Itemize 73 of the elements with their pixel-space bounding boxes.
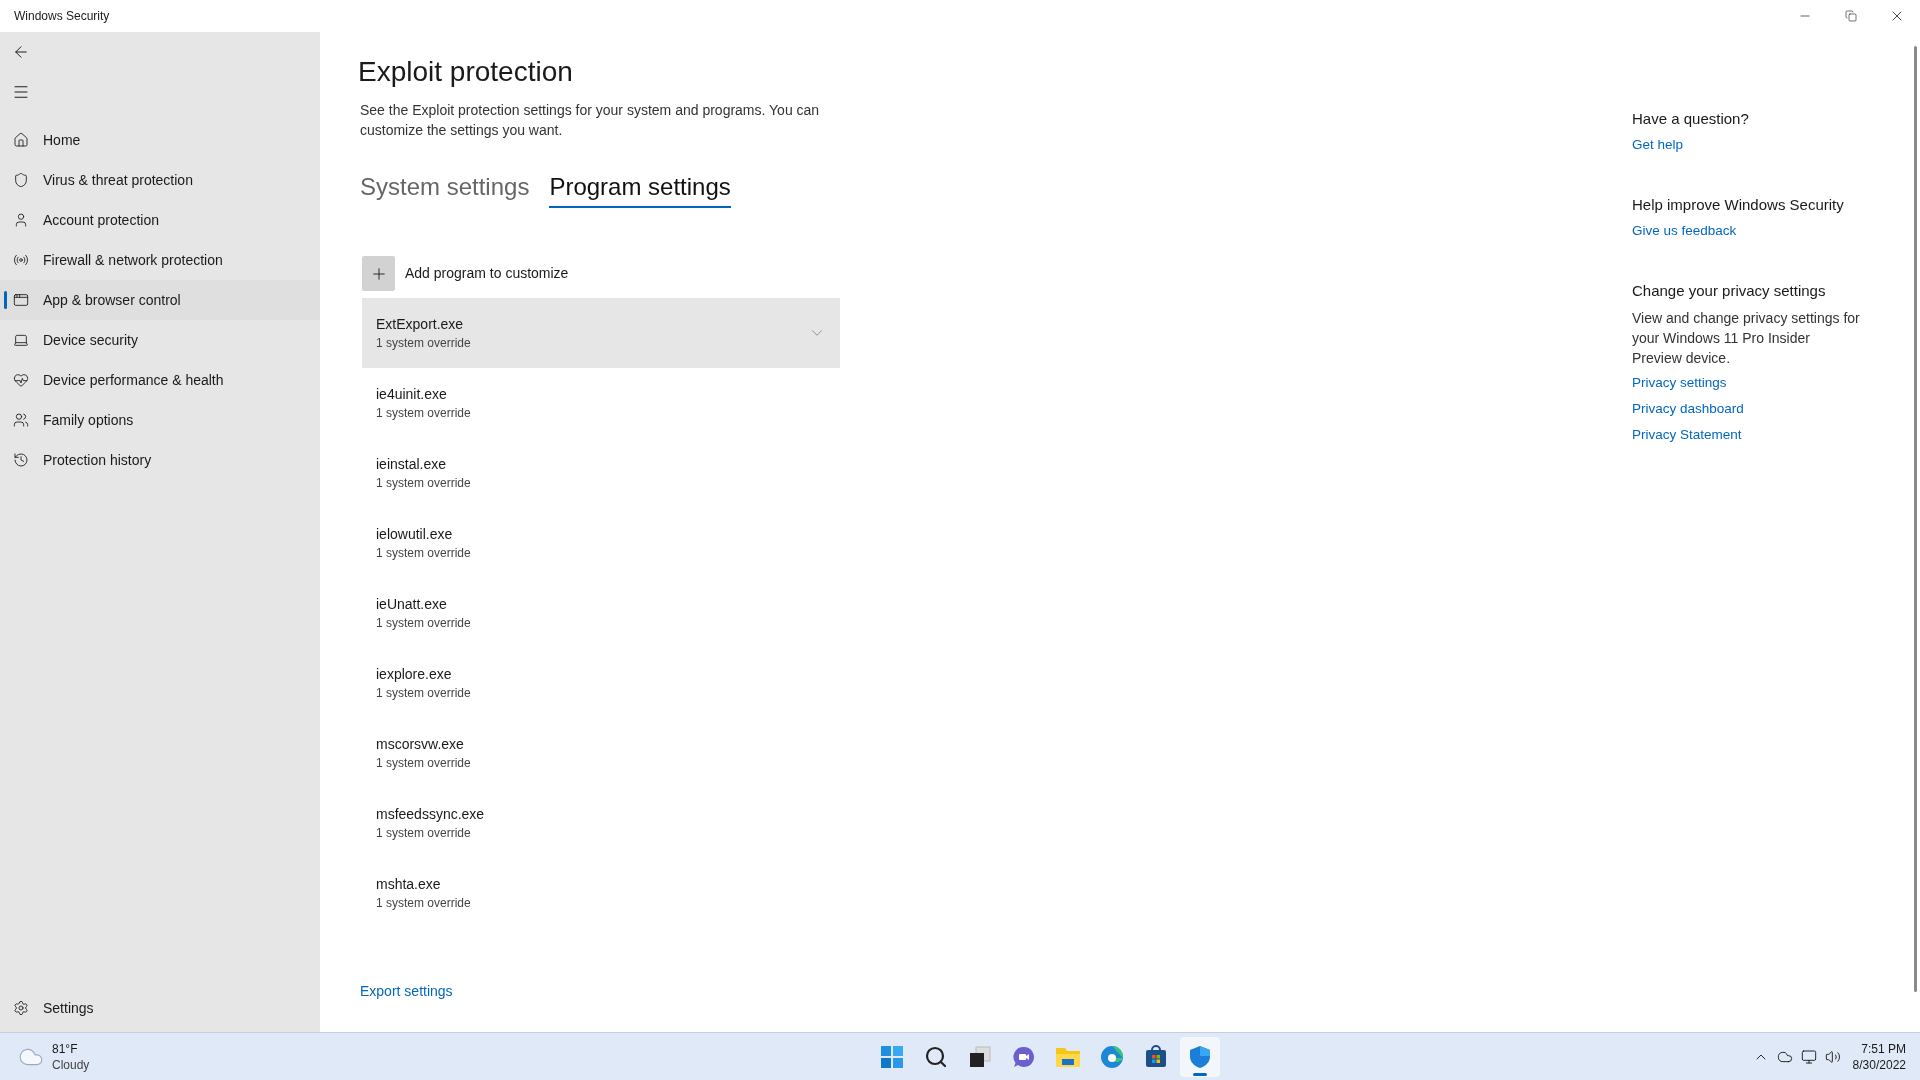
speaker-icon[interactable]: [1824, 1048, 1841, 1065]
running-indicator: [1193, 1072, 1208, 1076]
section-text: View and change privacy settings for your Windows 11 Pro Insider Preview device.: [1632, 309, 1860, 368]
selection-indicator: [4, 291, 7, 309]
clock-date[interactable]: 8/30/2022: [1852, 1056, 1906, 1073]
override-count: 1 system override: [376, 825, 472, 842]
weather-condition: Cloudy: [52, 1056, 90, 1073]
program-name: mscorsvw.exe: [376, 735, 465, 754]
program-name: iexplore.exe: [376, 665, 453, 684]
help-link[interactable]: Give us feedback: [1632, 220, 1737, 242]
program-name: msfeedssync.exe: [376, 805, 485, 824]
start-icon: [880, 1044, 905, 1069]
program-item[interactable]: mshta.exe 1 system override: [362, 858, 840, 928]
section-heading: Change your privacy settings: [1632, 281, 1827, 301]
program-name: ieUnatt.exe: [376, 595, 448, 614]
store-icon: [1144, 1044, 1169, 1069]
help-link[interactable]: Privacy settings: [1632, 372, 1727, 394]
task-view-icon: [968, 1044, 993, 1069]
override-count: 1 system override: [376, 755, 471, 772]
temperature: 81°F: [52, 1040, 79, 1057]
program-name: ieinstal.exe: [376, 455, 448, 474]
tab[interactable]: System settings: [360, 170, 530, 208]
network-icon[interactable]: [1800, 1048, 1817, 1065]
menu-icon: [12, 83, 30, 101]
program-item[interactable]: msfeedssync.exe 1 system override: [362, 788, 840, 858]
page-description: See the Exploit protection settings for your system and programs. You can customize the settings you want.: [360, 101, 821, 140]
tab[interactable]: Program settings: [549, 170, 731, 208]
person-icon: [13, 212, 29, 228]
heart-pulse-icon: [13, 372, 29, 388]
program-name: ie4uinit.exe: [376, 385, 448, 404]
settings-item[interactable]: Settings: [0, 988, 320, 1028]
window-title: Windows Security: [13, 8, 110, 25]
clock-time[interactable]: 7:51 PM: [1861, 1040, 1906, 1057]
program-name: ExtExport.exe: [376, 315, 465, 334]
add-program-button[interactable]: Add program to customize: [362, 256, 569, 291]
override-count: 1 system override: [376, 335, 471, 352]
program-item[interactable]: ie4uinit.exe 1 system override: [362, 368, 840, 438]
program-name: mshta.exe: [376, 875, 442, 894]
laptop-icon: [13, 332, 29, 348]
shield-icon: [1188, 1044, 1213, 1069]
settings-icon: [13, 1000, 29, 1016]
app-window-icon: [13, 292, 29, 308]
help-link[interactable]: Get help: [1632, 134, 1684, 156]
program-item[interactable]: ExtExport.exe 1 system override: [362, 298, 840, 368]
export-settings-link[interactable]: Export settings: [360, 981, 453, 1002]
people-icon: [13, 412, 29, 428]
help-link[interactable]: Privacy dashboard: [1632, 398, 1744, 420]
antenna-icon: [13, 252, 29, 268]
program-name: ielowutil.exe: [376, 525, 454, 544]
nav-item[interactable]: App & browser control: [0, 280, 320, 320]
search-icon: [924, 1044, 949, 1069]
shield-icon: [13, 172, 29, 188]
program-item[interactable]: ielowutil.exe 1 system override: [362, 508, 840, 578]
override-count: 1 system override: [376, 895, 471, 912]
override-count: 1 system override: [376, 545, 471, 562]
override-count: 1 system override: [376, 405, 471, 422]
program-item[interactable]: iexplore.exe 1 system override: [362, 648, 840, 718]
section-heading: Have a question?: [1632, 109, 1750, 129]
chat-icon: [1012, 1044, 1037, 1069]
page-title: Exploit protection: [358, 55, 574, 89]
override-count: 1 system override: [376, 615, 471, 632]
section-heading: Help improve Windows Security: [1632, 195, 1845, 215]
program-item[interactable]: ieUnatt.exe 1 system override: [362, 578, 840, 648]
override-count: 1 system override: [376, 685, 471, 702]
program-item[interactable]: ieinstal.exe 1 system override: [362, 438, 840, 508]
browser-icon: [1100, 1044, 1125, 1069]
override-count: 1 system override: [376, 475, 471, 492]
program-item[interactable]: mscorsvw.exe 1 system override: [362, 718, 840, 788]
restore-icon: [1845, 10, 1857, 22]
history-icon: [13, 452, 29, 468]
scrollbar[interactable]: [1914, 46, 1917, 992]
help-link[interactable]: Privacy Statement: [1632, 424, 1742, 446]
home-icon: [13, 132, 29, 148]
